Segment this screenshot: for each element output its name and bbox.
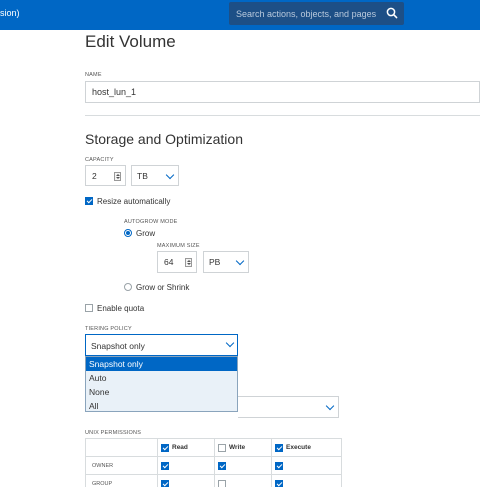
- write-header-label: Write: [229, 444, 246, 451]
- group-write-checkbox[interactable]: [218, 480, 226, 487]
- read-header-label: Read: [172, 444, 188, 451]
- capacity-unit-value: TB: [137, 171, 148, 181]
- owner-execute-checkbox[interactable]: [275, 462, 283, 470]
- tiering-policy-dropdown: Snapshot only Auto None All: [85, 356, 238, 412]
- maximum-size-value: 64: [164, 257, 174, 267]
- maximum-size-unit-value: PB: [209, 257, 221, 267]
- execute-header-label: Execute: [286, 444, 311, 451]
- maximum-size-label: MAXIMUM SIZE: [157, 243, 200, 249]
- resize-label: Resize automatically: [97, 197, 171, 206]
- maximum-size-unit-select[interactable]: PB: [203, 251, 249, 273]
- spin-arrows-icon[interactable]: [114, 172, 121, 181]
- enable-quota-label: Enable quota: [97, 304, 145, 313]
- chevron-down-icon: [225, 338, 235, 348]
- grow-or-shrink-radio[interactable]: [124, 283, 132, 291]
- group-read-checkbox[interactable]: [161, 480, 169, 487]
- grow-or-shrink-label: Grow or Shrink: [136, 283, 190, 292]
- chevron-down-icon: [165, 170, 175, 180]
- capacity-label: CAPACITY: [85, 157, 114, 163]
- capacity-value: 2: [92, 171, 97, 181]
- group-execute-checkbox[interactable]: [275, 480, 283, 487]
- column-header-write: Write: [214, 438, 272, 457]
- table-row: OWNER: [85, 456, 342, 475]
- partially-hidden-select[interactable]: [238, 396, 339, 418]
- name-label: NAME: [85, 72, 102, 78]
- table-corner-cell: [85, 438, 158, 457]
- dropdown-option-none[interactable]: None: [86, 385, 237, 399]
- dropdown-option-snapshot-only[interactable]: Snapshot only: [86, 357, 237, 371]
- table-header-row: Read Write Execute: [85, 438, 342, 457]
- chevron-down-icon: [235, 256, 245, 266]
- grow-label: Grow: [136, 229, 156, 238]
- section-divider: [85, 115, 480, 116]
- search-input[interactable]: [229, 2, 377, 25]
- owner-write-cell: [214, 456, 272, 475]
- resize-checkbox[interactable]: [85, 197, 93, 205]
- column-header-read: Read: [157, 438, 215, 457]
- capacity-unit-select[interactable]: TB: [131, 165, 179, 186]
- tiering-policy-select[interactable]: Snapshot only: [85, 334, 238, 356]
- group-write-cell: [214, 474, 272, 487]
- dropdown-option-auto[interactable]: Auto: [86, 371, 237, 385]
- group-execute-cell: [271, 474, 342, 487]
- global-search[interactable]: [229, 2, 404, 25]
- owner-read-cell: [157, 456, 215, 475]
- group-row-label: GROUP: [85, 474, 158, 487]
- enable-quota-checkbox[interactable]: [85, 304, 93, 312]
- unix-permissions-table: Read Write Execute OWNER GROUP: [85, 438, 342, 487]
- owner-write-checkbox[interactable]: [218, 462, 226, 470]
- capacity-stepper[interactable]: 2: [85, 165, 126, 186]
- page-title: Edit Volume: [85, 32, 176, 51]
- execute-all-checkbox[interactable]: [275, 444, 283, 452]
- owner-read-checkbox[interactable]: [161, 462, 169, 470]
- dropdown-option-all[interactable]: All: [86, 399, 237, 413]
- search-icon[interactable]: [385, 6, 399, 20]
- autogrow-mode-label: AUTOGROW MODE: [124, 219, 178, 225]
- tiering-policy-value: Snapshot only: [91, 341, 145, 351]
- write-all-checkbox[interactable]: [218, 444, 226, 452]
- tiering-policy-label: TIERING POLICY: [85, 326, 132, 332]
- chevron-down-icon: [325, 401, 335, 411]
- spin-arrows-icon[interactable]: [185, 258, 192, 267]
- name-field[interactable]: host_lun_1: [85, 81, 480, 103]
- unix-permissions-label: UNIX PERMISSIONS: [85, 430, 142, 436]
- maximum-size-stepper[interactable]: 64: [157, 251, 197, 273]
- read-all-checkbox[interactable]: [161, 444, 169, 452]
- owner-row-label: OWNER: [85, 456, 158, 475]
- top-bar: sion): [0, 0, 480, 30]
- section-title: Storage and Optimization: [85, 131, 243, 147]
- owner-execute-cell: [271, 456, 342, 475]
- topbar-truncated-text: sion): [0, 8, 20, 18]
- column-header-execute: Execute: [271, 438, 342, 457]
- grow-radio[interactable]: [124, 229, 132, 237]
- group-read-cell: [157, 474, 215, 487]
- table-row: GROUP: [85, 474, 342, 487]
